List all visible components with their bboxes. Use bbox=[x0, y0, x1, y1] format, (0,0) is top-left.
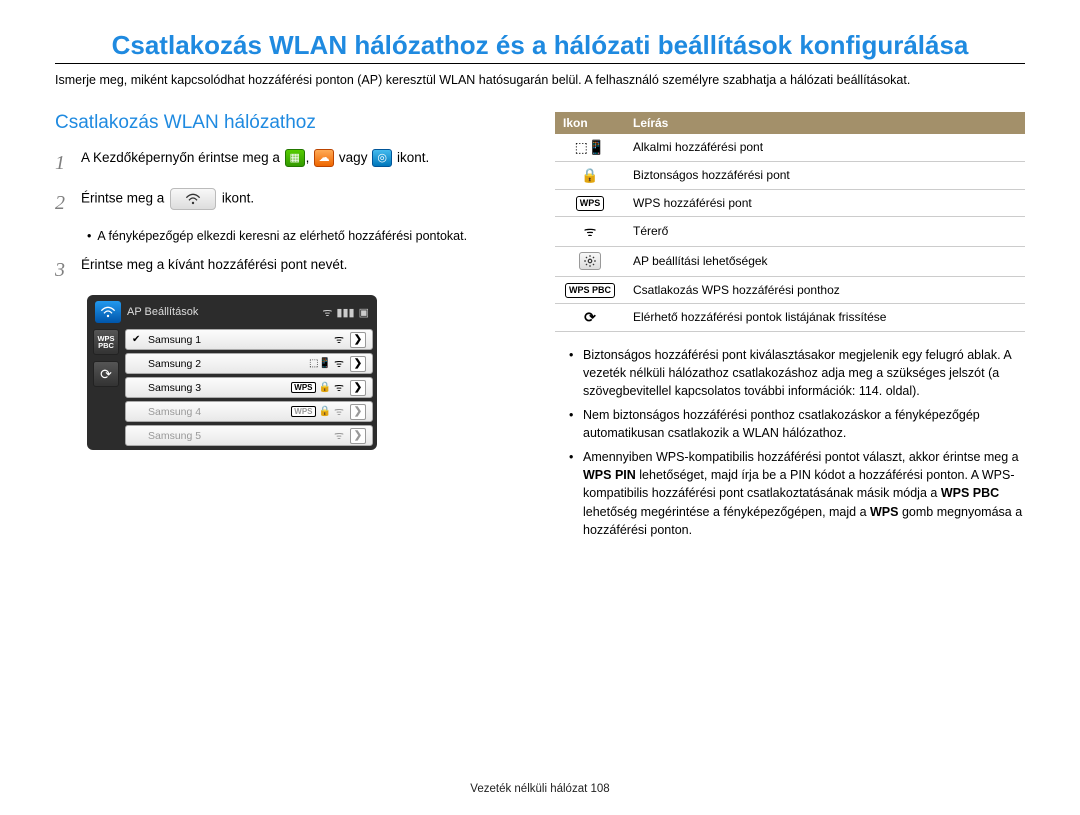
chevron-right-icon[interactable]: ❯ bbox=[350, 332, 366, 348]
page-footer: Vezeték nélküli hálózat 108 bbox=[0, 783, 1080, 795]
wifi-button-icon bbox=[170, 188, 216, 210]
ap-list-row[interactable]: ✔Samsung 1ᯤ❯ bbox=[125, 329, 373, 350]
step-number: 2 bbox=[55, 188, 71, 218]
ap-screen-title: AP Beállítások bbox=[127, 306, 316, 318]
refresh-button[interactable]: ⟳ bbox=[93, 361, 119, 387]
cloud-icon: ☁ bbox=[314, 149, 334, 167]
step-number: 1 bbox=[55, 148, 71, 178]
note-1: Biztonságos hozzáférési pont kiválasztás… bbox=[573, 346, 1025, 400]
table-row: ᯤTérerő bbox=[555, 216, 1025, 246]
table-row: ⟳Elérhető hozzáférési pontok listájának … bbox=[555, 303, 1025, 331]
chevron-right-icon[interactable]: ❯ bbox=[350, 356, 366, 372]
ap-list-row[interactable]: Samsung 3WPS🔒ᯤ❯ bbox=[125, 377, 373, 398]
col-desc: Leírás bbox=[625, 112, 1025, 134]
ap-list-row[interactable]: Samsung 5ᯤ❯ bbox=[125, 425, 373, 446]
share-icon: ▦ bbox=[285, 149, 305, 167]
intro-text: Ismerje meg, miként kapcsolódhat hozzáfé… bbox=[55, 72, 1025, 90]
step-2: 2 Érintse meg a ikont. bbox=[55, 188, 525, 218]
notes-list: Biztonságos hozzáférési pont kiválasztás… bbox=[555, 346, 1025, 539]
section-heading: Csatlakozás WLAN hálózathoz bbox=[55, 112, 525, 134]
wifi-status-icon bbox=[95, 301, 121, 323]
table-row: AP beállítási lehetőségek bbox=[555, 246, 1025, 276]
chevron-right-icon[interactable]: ❯ bbox=[350, 428, 366, 444]
col-icon: Ikon bbox=[555, 112, 625, 134]
step-3: 3 Érintse meg a kívánt hozzáférési pont … bbox=[55, 255, 525, 285]
step-2-note: A fényképezőgép elkezdi keresni az elérh… bbox=[87, 228, 525, 246]
table-row: WPSWPS hozzáférési pont bbox=[555, 189, 1025, 216]
chevron-right-icon[interactable]: ❯ bbox=[350, 404, 366, 420]
step-number: 3 bbox=[55, 255, 71, 285]
note-2: Nem biztonságos hozzáférési ponthoz csat… bbox=[573, 406, 1025, 442]
wifi-app-icon: ◎ bbox=[372, 149, 392, 167]
icon-description-table: Ikon Leírás ⬚📱Alkalmi hozzáférési pont🔒B… bbox=[555, 112, 1025, 332]
camera-ap-screen: AP Beállítások ᯤ▮▮▮▣ WPSPBC ⟳ ✔Samsung 1… bbox=[87, 295, 377, 450]
table-row: WPS PBCCsatlakozás WPS hozzáférési ponth… bbox=[555, 276, 1025, 303]
wps-pbc-button[interactable]: WPSPBC bbox=[93, 329, 119, 355]
status-icons: ᯤ▮▮▮▣ bbox=[322, 305, 369, 320]
page-title: Csatlakozás WLAN hálózathoz és a hálózat… bbox=[55, 30, 1025, 64]
ap-list-row[interactable]: Samsung 4WPS🔒ᯤ❯ bbox=[125, 401, 373, 422]
step-1: 1 A Kezdőképernyőn érintse meg a ▦, ☁ va… bbox=[55, 148, 525, 178]
table-row: 🔒Biztonságos hozzáférési pont bbox=[555, 161, 1025, 189]
ap-list-row[interactable]: Samsung 2⬚📱ᯤ❯ bbox=[125, 353, 373, 374]
chevron-right-icon[interactable]: ❯ bbox=[350, 380, 366, 396]
note-3: Amennyiben WPS-kompatibilis hozzáférési … bbox=[573, 448, 1025, 539]
table-row: ⬚📱Alkalmi hozzáférési pont bbox=[555, 134, 1025, 162]
